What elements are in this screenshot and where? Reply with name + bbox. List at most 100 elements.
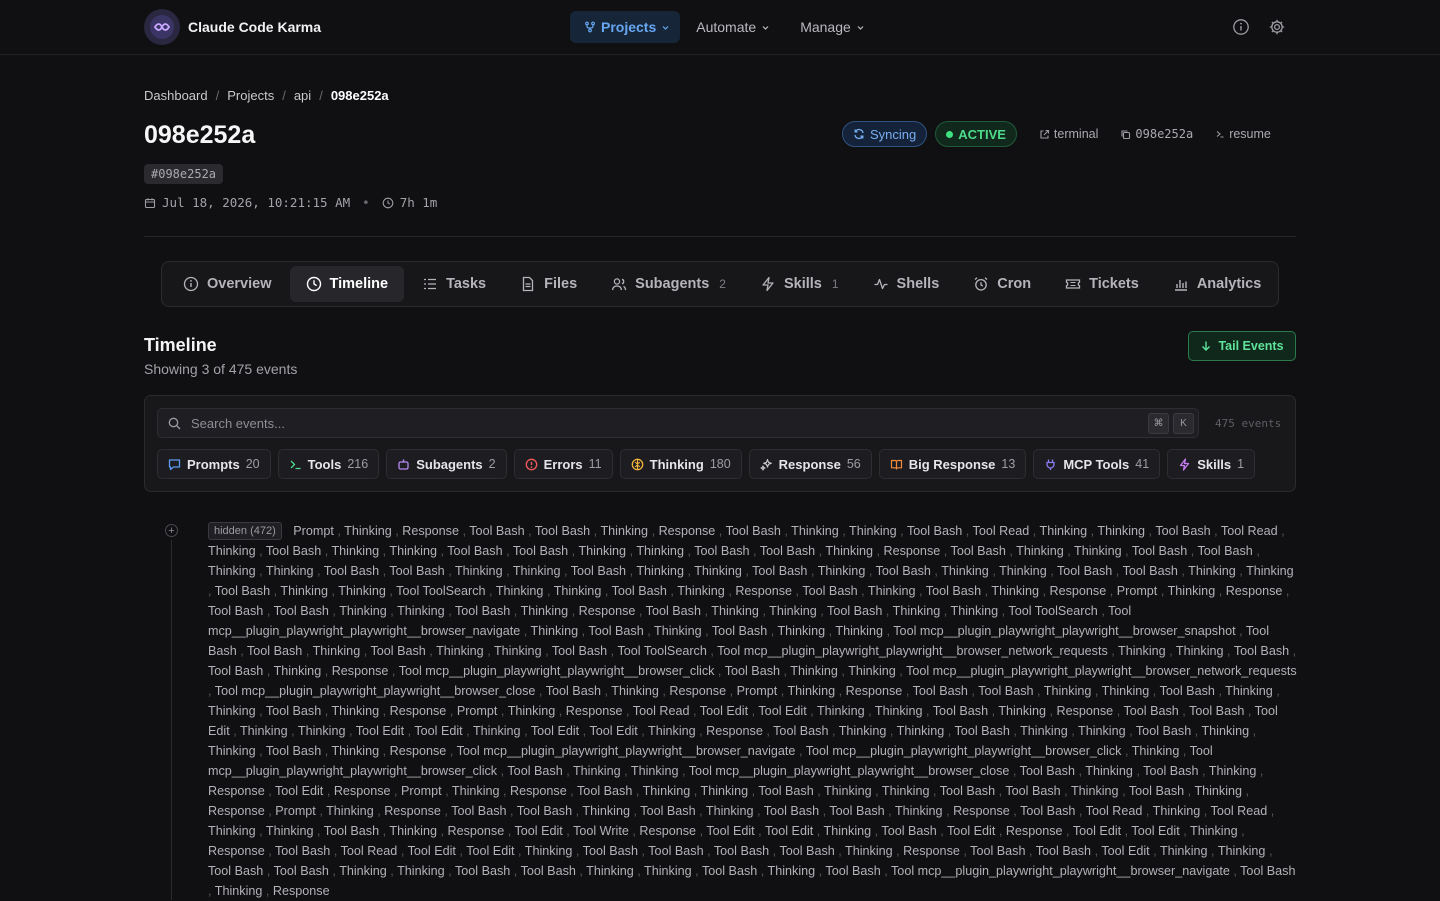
event-chip[interactable]: Thinking xyxy=(1153,804,1201,818)
event-chip[interactable]: Thinking xyxy=(631,764,679,778)
event-chip[interactable]: Thinking xyxy=(1176,644,1224,658)
event-chip[interactable]: Thinking xyxy=(240,724,288,738)
event-chip[interactable]: Tool Bash xyxy=(694,544,749,558)
event-chip[interactable]: Thinking xyxy=(999,564,1047,578)
event-chip[interactable]: Tool Bash xyxy=(1189,704,1244,718)
event-chip[interactable]: Tool ToolSearch xyxy=(396,584,485,598)
info-icon[interactable] xyxy=(1232,18,1250,36)
event-chip[interactable]: Tool Bash xyxy=(577,784,632,798)
event-chip[interactable]: Tool Bash xyxy=(517,804,572,818)
event-chip[interactable]: Response xyxy=(846,684,903,698)
event-chip[interactable]: Tool Bash xyxy=(978,684,1033,698)
event-chip[interactable]: Tool Read xyxy=(633,704,690,718)
event-chip[interactable]: Thinking xyxy=(326,804,374,818)
event-chip[interactable]: Thinking xyxy=(1040,524,1088,538)
event-chip[interactable]: Thinking xyxy=(1246,564,1294,578)
event-chip[interactable]: Thinking xyxy=(1016,544,1064,558)
event-chip[interactable]: Tool Bash xyxy=(447,544,502,558)
event-chip[interactable]: Thinking xyxy=(521,604,569,618)
event-chip[interactable]: Thinking xyxy=(494,644,542,658)
event-chip[interactable]: Tool mcp__plugin_playwright_playwright__… xyxy=(891,864,1230,878)
event-chip[interactable]: Thinking xyxy=(554,584,602,598)
event-chip[interactable]: Tool Bash xyxy=(324,564,379,578)
event-chip[interactable]: Tool Bash xyxy=(1143,764,1198,778)
event-chip[interactable]: Thinking xyxy=(1132,744,1180,758)
event-chip[interactable]: Thinking xyxy=(893,604,941,618)
event-chip[interactable]: Thinking xyxy=(525,844,573,858)
event-chip[interactable]: Tool Bash xyxy=(215,584,270,598)
event-chip[interactable]: Thinking xyxy=(208,704,256,718)
event-chip[interactable]: Thinking xyxy=(455,564,503,578)
event-chip[interactable]: Response xyxy=(1006,824,1063,838)
event-chip[interactable]: Tool Bash xyxy=(646,604,701,618)
event-chip[interactable]: Thinking xyxy=(1074,544,1122,558)
event-chip[interactable]: Thinking xyxy=(875,704,923,718)
event-chip[interactable]: Tool Bash xyxy=(1005,784,1060,798)
event-chip[interactable]: Tool Read xyxy=(1221,524,1278,538)
event-chip[interactable]: Tool Bash xyxy=(760,544,815,558)
event-chip[interactable]: Tool mcp__plugin_playwright_playwright__… xyxy=(906,664,1297,678)
event-chip[interactable]: Response xyxy=(639,824,696,838)
event-chip[interactable]: Thinking xyxy=(331,744,379,758)
tail-events-button[interactable]: Tail Events xyxy=(1188,331,1296,361)
event-chip[interactable]: Response xyxy=(884,544,941,558)
event-chip[interactable]: Prompt xyxy=(1117,584,1158,598)
nav-projects[interactable]: Projects xyxy=(570,11,681,43)
event-chip[interactable]: Tool Bash xyxy=(513,544,568,558)
event-chip[interactable]: Tool Edit xyxy=(1131,824,1179,838)
filter-big-response[interactable]: Big Response 13 xyxy=(878,449,1027,479)
breadcrumb-api[interactable]: api xyxy=(294,88,311,103)
event-chip[interactable]: Thinking xyxy=(389,544,437,558)
event-chip[interactable]: Thinking xyxy=(777,624,825,638)
event-chip[interactable]: Tool Bash xyxy=(1234,644,1289,658)
event-chip[interactable]: Tool mcp__plugin_playwright_playwright__… xyxy=(215,684,536,698)
event-chip[interactable]: Thinking xyxy=(951,604,999,618)
event-chip[interactable]: Thinking xyxy=(694,564,742,578)
event-chip[interactable]: Thinking xyxy=(1194,784,1242,798)
filter-thinking[interactable]: Thinking 180 xyxy=(619,449,742,479)
event-chip[interactable]: Tool Bash xyxy=(1123,564,1178,578)
event-chip[interactable]: Tool Bash xyxy=(913,684,968,698)
event-chip[interactable]: Tool Bash xyxy=(752,564,807,578)
event-chip[interactable]: Tool Bash xyxy=(455,604,510,618)
brand[interactable]: Claude Code Karma xyxy=(144,9,321,45)
event-chip[interactable]: Thinking xyxy=(338,584,386,598)
event-chip[interactable]: Tool Write xyxy=(573,824,629,838)
event-chip[interactable]: Tool Bash xyxy=(451,804,506,818)
tab-skills[interactable]: Skills 1 xyxy=(744,266,855,302)
event-chip[interactable]: Thinking xyxy=(274,664,322,678)
event-chip[interactable]: Thinking xyxy=(531,624,579,638)
tab-tasks[interactable]: Tasks xyxy=(406,266,502,302)
terminal-link[interactable]: terminal xyxy=(1039,127,1098,141)
event-chip[interactable]: Response xyxy=(510,784,567,798)
event-chip[interactable]: Thinking xyxy=(895,804,943,818)
event-chip[interactable]: Thinking xyxy=(648,724,696,738)
event-chip[interactable]: Tool Bash xyxy=(208,664,263,678)
event-chip[interactable]: Tool Bash xyxy=(612,584,667,598)
event-chip[interactable]: Tool Bash xyxy=(208,604,263,618)
event-chip[interactable]: Thinking xyxy=(677,584,725,598)
event-chip[interactable]: Thinking xyxy=(791,524,839,538)
event-chip[interactable]: Response xyxy=(208,804,265,818)
event-chip[interactable]: Thinking xyxy=(578,544,626,558)
event-chip[interactable]: Tool mcp__plugin_playwright_playwright__… xyxy=(689,764,1010,778)
event-chip[interactable]: Thinking xyxy=(845,844,893,858)
event-chip[interactable]: Thinking xyxy=(835,624,883,638)
event-chip[interactable]: Thinking xyxy=(1168,584,1216,598)
event-chip[interactable]: Thinking xyxy=(824,784,872,798)
breadcrumb-dashboard[interactable]: Dashboard xyxy=(144,88,208,103)
event-chip[interactable]: Thinking xyxy=(1078,724,1126,738)
event-chip[interactable]: Thinking xyxy=(513,564,561,578)
event-chip[interactable]: Tool Edit xyxy=(466,844,514,858)
event-chip[interactable]: Tool Edit xyxy=(514,824,562,838)
nav-manage[interactable]: Manage xyxy=(786,11,879,43)
event-chip[interactable]: Tool Bash xyxy=(725,664,780,678)
event-chip[interactable]: Thinking xyxy=(215,884,263,898)
tab-timeline[interactable]: Timeline xyxy=(289,266,405,302)
event-chip[interactable]: Thinking xyxy=(1160,844,1208,858)
event-chip[interactable]: Thinking xyxy=(208,744,256,758)
event-chip[interactable]: Thinking xyxy=(882,784,930,798)
event-chip[interactable]: Tool Edit xyxy=(1073,824,1121,838)
filter-mcp-tools[interactable]: MCP Tools 41 xyxy=(1033,449,1161,479)
event-chip[interactable]: Tool Edit xyxy=(706,824,754,838)
